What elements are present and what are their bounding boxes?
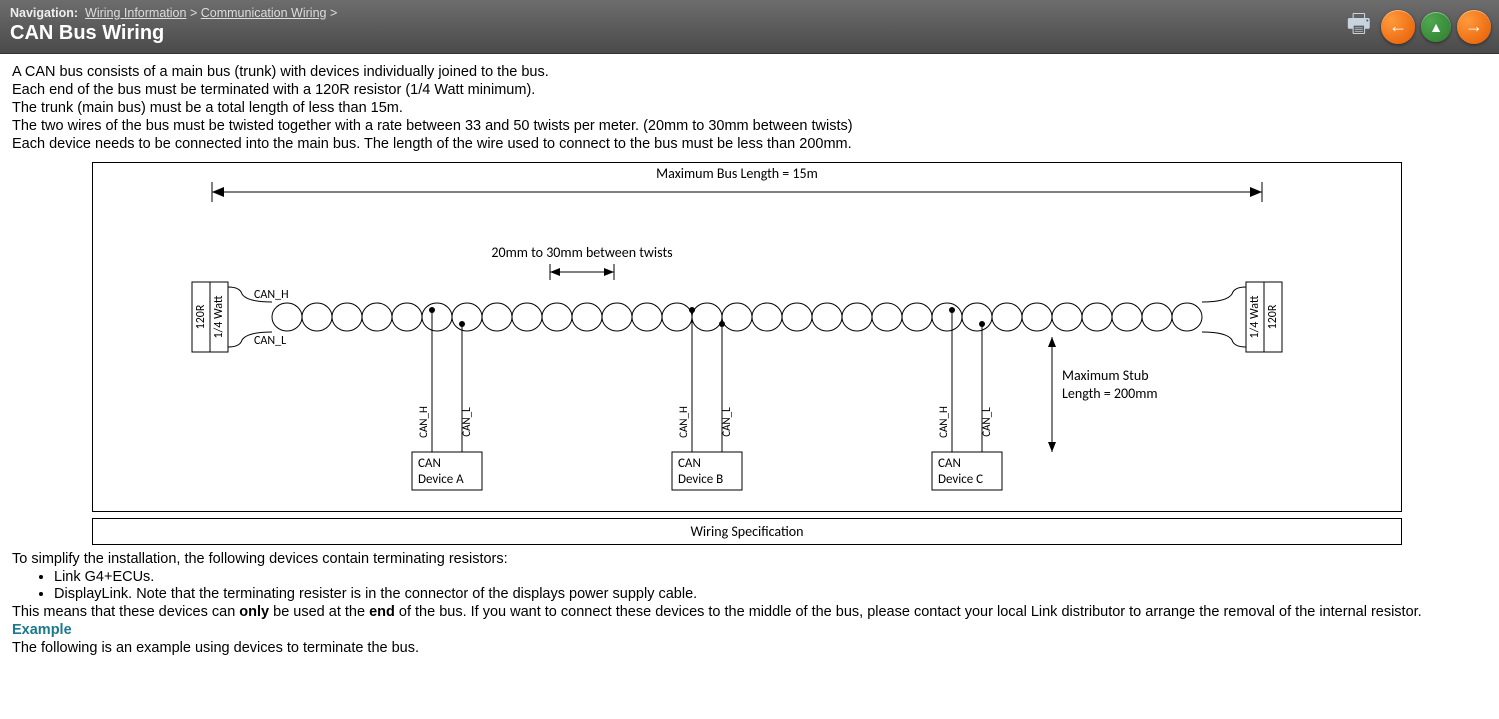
bus-length-dimension: Maximum Bus Length = 15m [212, 165, 1262, 202]
intro-text: A CAN bus consists of a main bus (trunk)… [12, 64, 1487, 152]
intro-line: Each end of the bus must be terminated w… [12, 82, 1487, 98]
breadcrumb-label: Navigation: [10, 6, 78, 20]
nav-up-button[interactable]: ▲ [1421, 12, 1451, 42]
stub-can-h: CAN_H [677, 406, 690, 438]
can-device-b: CAN_H CAN_L CAN Device B [672, 307, 742, 490]
resistor-value: 120R [1266, 304, 1280, 329]
arrow-up-icon: ▲ [1429, 19, 1443, 35]
page-title: CAN Bus Wiring [10, 22, 1489, 45]
breadcrumb-sep: > [190, 6, 197, 20]
wiring-diagram-svg: Maximum Bus Length = 15m 20mm to 30mm be… [92, 162, 1402, 512]
example-line: The following is an example using device… [12, 640, 1487, 656]
nav-back-button[interactable]: ← [1381, 10, 1415, 44]
can-h-label: CAN_H [254, 288, 289, 302]
intro-line: Each device needs to be connected into t… [12, 136, 1487, 152]
arrow-right-icon: → [1465, 16, 1483, 37]
post-diagram-text: To simplify the installation, the follow… [12, 551, 1487, 656]
content-area: A CAN bus consists of a main bus (trunk)… [0, 54, 1499, 670]
diagram-caption-row: Wiring Specification [92, 518, 1402, 545]
list-item: DisplayLink. Note that the terminating r… [54, 586, 1487, 602]
twist-spacing-dimension: 20mm to 30mm between twists [491, 244, 672, 280]
simplify-line: To simplify the installation, the follow… [12, 551, 1487, 567]
stub-length-label-2: Length = 200mm [1062, 385, 1158, 402]
resistor-watt: 1/4 Watt [1248, 295, 1262, 338]
device-label: CAN [938, 456, 961, 471]
right-terminator: 1/4 Watt 120R [1246, 282, 1282, 352]
means-line: This means that these devices can only b… [12, 604, 1487, 620]
arrow-left-icon: ← [1389, 16, 1407, 37]
intro-line: A CAN bus consists of a main bus (trunk)… [12, 64, 1487, 80]
example-heading: Example [12, 622, 1487, 638]
breadcrumb-link-1[interactable]: Communication Wiring [201, 6, 327, 20]
twisted-pair [272, 303, 1202, 331]
stub-length-dimension: Maximum Stub Length = 200mm [1048, 337, 1158, 452]
left-terminator: 120R 1/4 Watt [192, 282, 228, 352]
resistor-value: 120R [194, 304, 208, 329]
device-label: CAN [678, 456, 701, 471]
intro-line: The trunk (main bus) must be a total len… [12, 100, 1487, 116]
twist-spacing-label: 20mm to 30mm between twists [491, 244, 672, 261]
can-device-a: CAN_H CAN_L CAN Device A [412, 307, 482, 490]
device-name: Device A [418, 472, 464, 487]
device-label: CAN [418, 456, 441, 471]
diagram-caption: Wiring Specification [92, 518, 1402, 545]
can-device-c: CAN_H CAN_L CAN Device C [932, 307, 1002, 490]
list-item: Link G4+ECUs. [54, 569, 1487, 585]
device-name: Device B [678, 472, 723, 487]
stub-length-label-1: Maximum Stub [1062, 367, 1149, 384]
breadcrumb-sep: > [330, 6, 337, 20]
terminating-devices-list: Link G4+ECUs. DisplayLink. Note that the… [36, 569, 1487, 602]
stub-can-l: CAN_L [980, 407, 993, 437]
bus-length-label: Maximum Bus Length = 15m [656, 165, 818, 182]
breadcrumb-link-0[interactable]: Wiring Information [85, 6, 186, 20]
stub-can-h: CAN_H [417, 406, 430, 438]
header-toolbar: 🖶 ← ▲ → [1346, 5, 1491, 49]
stub-can-l: CAN_L [460, 407, 473, 437]
resistor-watt: 1/4 Watt [212, 295, 226, 338]
intro-line: The two wires of the bus must be twisted… [12, 118, 1487, 134]
stub-can-h: CAN_H [937, 406, 950, 438]
wiring-diagram: Maximum Bus Length = 15m 20mm to 30mm be… [92, 162, 1487, 516]
breadcrumb: Navigation: Wiring Information > Communi… [10, 6, 1489, 20]
page-header: Navigation: Wiring Information > Communi… [0, 0, 1499, 54]
stub-can-l: CAN_L [720, 407, 733, 437]
print-icon[interactable]: 🖶 [1346, 5, 1371, 49]
device-name: Device C [938, 472, 983, 487]
can-l-label: CAN_L [254, 334, 286, 348]
nav-forward-button[interactable]: → [1457, 10, 1491, 44]
